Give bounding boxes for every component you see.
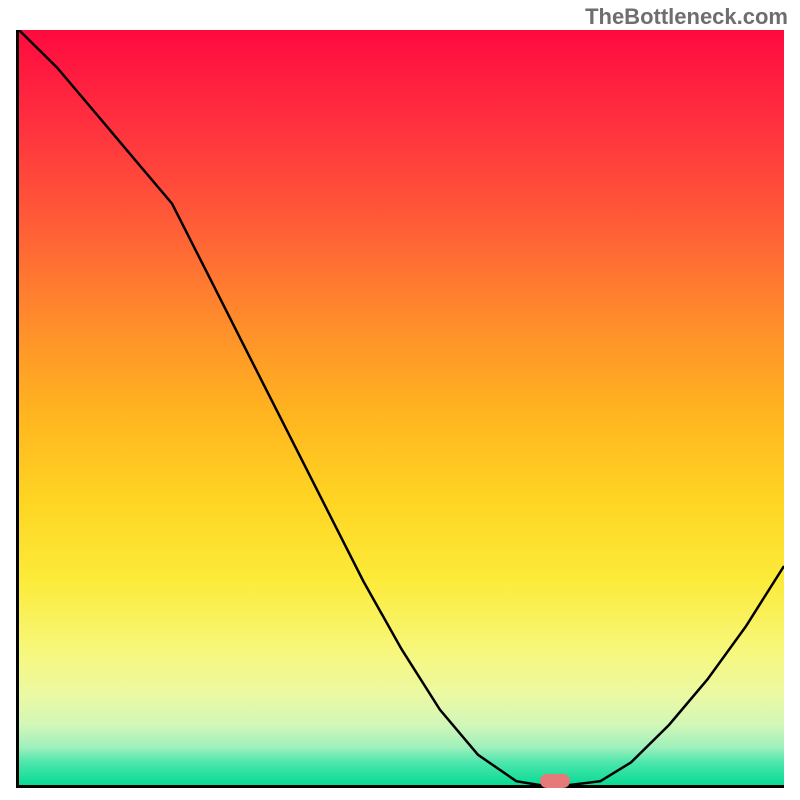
- chart-plot-area: [16, 30, 784, 788]
- chart-line-svg: [19, 30, 784, 785]
- chart-line: [19, 30, 784, 785]
- chart-marker: [540, 774, 570, 788]
- watermark-text: TheBottleneck.com: [585, 4, 788, 30]
